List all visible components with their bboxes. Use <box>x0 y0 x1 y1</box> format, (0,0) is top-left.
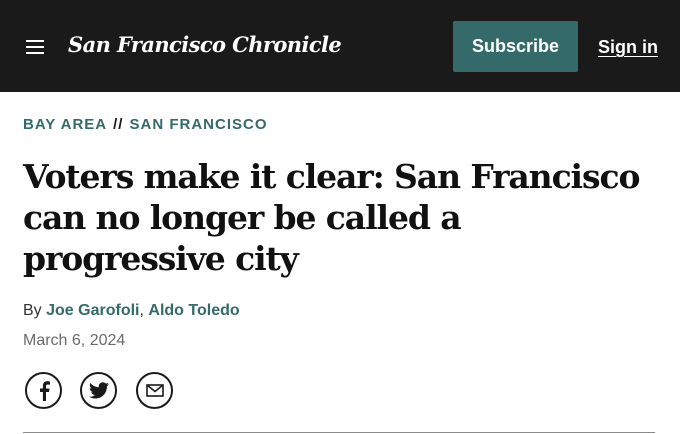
author-link[interactable]: Joe Garofoli <box>46 302 139 319</box>
breadcrumb-separator: // <box>113 116 124 133</box>
hamburger-menu-icon[interactable] <box>26 40 44 54</box>
email-icon <box>145 384 164 397</box>
byline-prefix: By <box>23 302 42 319</box>
divider <box>23 432 655 433</box>
breadcrumb-section-link[interactable]: BAY AREA <box>23 116 107 133</box>
twitter-icon <box>88 382 109 399</box>
facebook-icon <box>39 380 50 401</box>
site-header: San Francisco Chronicle Subscribe Sign i… <box>0 0 680 92</box>
byline: By Joe Garofoli, Aldo Toledo <box>23 300 240 322</box>
breadcrumb-subsection-link[interactable]: SAN FRANCISCO <box>129 116 267 133</box>
article-headline: Voters make it clear: San Francisco can … <box>23 157 640 278</box>
publish-date: March 6, 2024 <box>23 332 126 349</box>
subscribe-button[interactable]: Subscribe <box>453 21 578 72</box>
twitter-share-button[interactable] <box>80 372 117 409</box>
site-logo[interactable]: San Francisco Chronicle <box>68 29 342 61</box>
breadcrumb: BAY AREA // SAN FRANCISCO <box>23 115 268 135</box>
email-share-button[interactable] <box>136 372 173 409</box>
author-link[interactable]: Aldo Toledo <box>148 302 239 319</box>
facebook-share-button[interactable] <box>25 372 62 409</box>
author-separator: , <box>139 302 144 319</box>
sign-in-link[interactable]: Sign in <box>598 35 658 59</box>
